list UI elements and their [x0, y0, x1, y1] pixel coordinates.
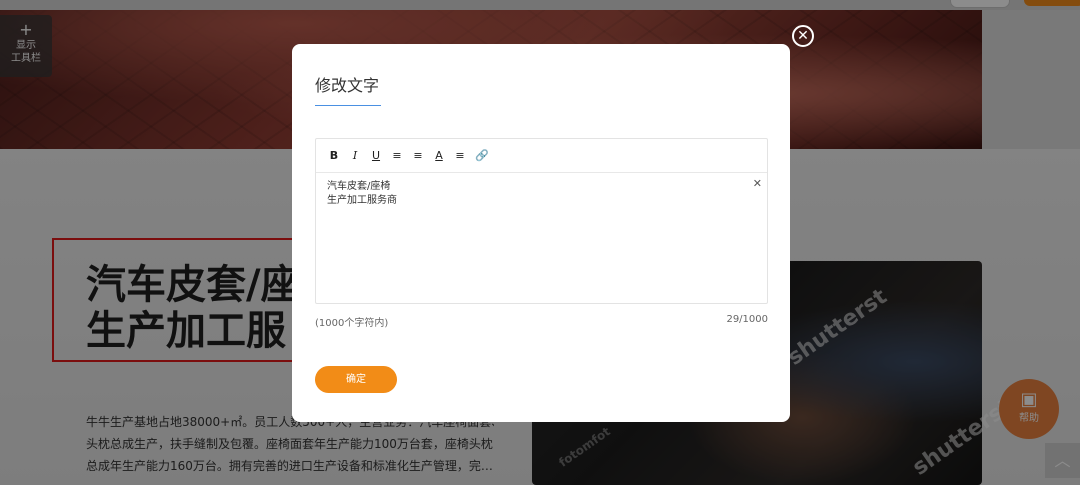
editor-content[interactable]: 汽车皮套/座椅 生产加工服务商 [327, 180, 397, 208]
close-icon: ✕ [797, 28, 809, 44]
italic-button[interactable]: I [349, 149, 361, 162]
bold-button[interactable]: B [328, 149, 340, 162]
modal-title: 修改文字 [315, 72, 381, 106]
confirm-button[interactable]: 确定 [315, 366, 397, 393]
align-button[interactable]: ≡ [454, 149, 466, 162]
underline-button[interactable]: U [370, 149, 382, 162]
clear-icon[interactable]: ✕ [753, 177, 762, 190]
font-color-button[interactable]: A [433, 149, 445, 162]
indent-button[interactable]: ≡ [391, 149, 403, 162]
edit-text-modal: 修改文字 B I U ≡ ≡ A ≡ 🔗 汽车皮套/座椅 生产加工服务商 ✕ (… [292, 44, 790, 422]
rich-text-editor[interactable]: B I U ≡ ≡ A ≡ 🔗 汽车皮套/座椅 生产加工服务商 ✕ [315, 138, 768, 304]
char-limit-hint: (1000个字符内) [315, 318, 389, 329]
editor-toolbar: B I U ≡ ≡ A ≡ 🔗 [316, 139, 767, 173]
editor-line-1: 汽车皮套/座椅 [327, 181, 391, 192]
editor-line-2: 生产加工服务商 [327, 195, 397, 206]
link-button[interactable]: 🔗 [475, 149, 489, 162]
char-counter: 29/1000 [726, 314, 768, 325]
modal-close-button[interactable]: ✕ [792, 25, 814, 47]
outdent-button[interactable]: ≡ [412, 149, 424, 162]
